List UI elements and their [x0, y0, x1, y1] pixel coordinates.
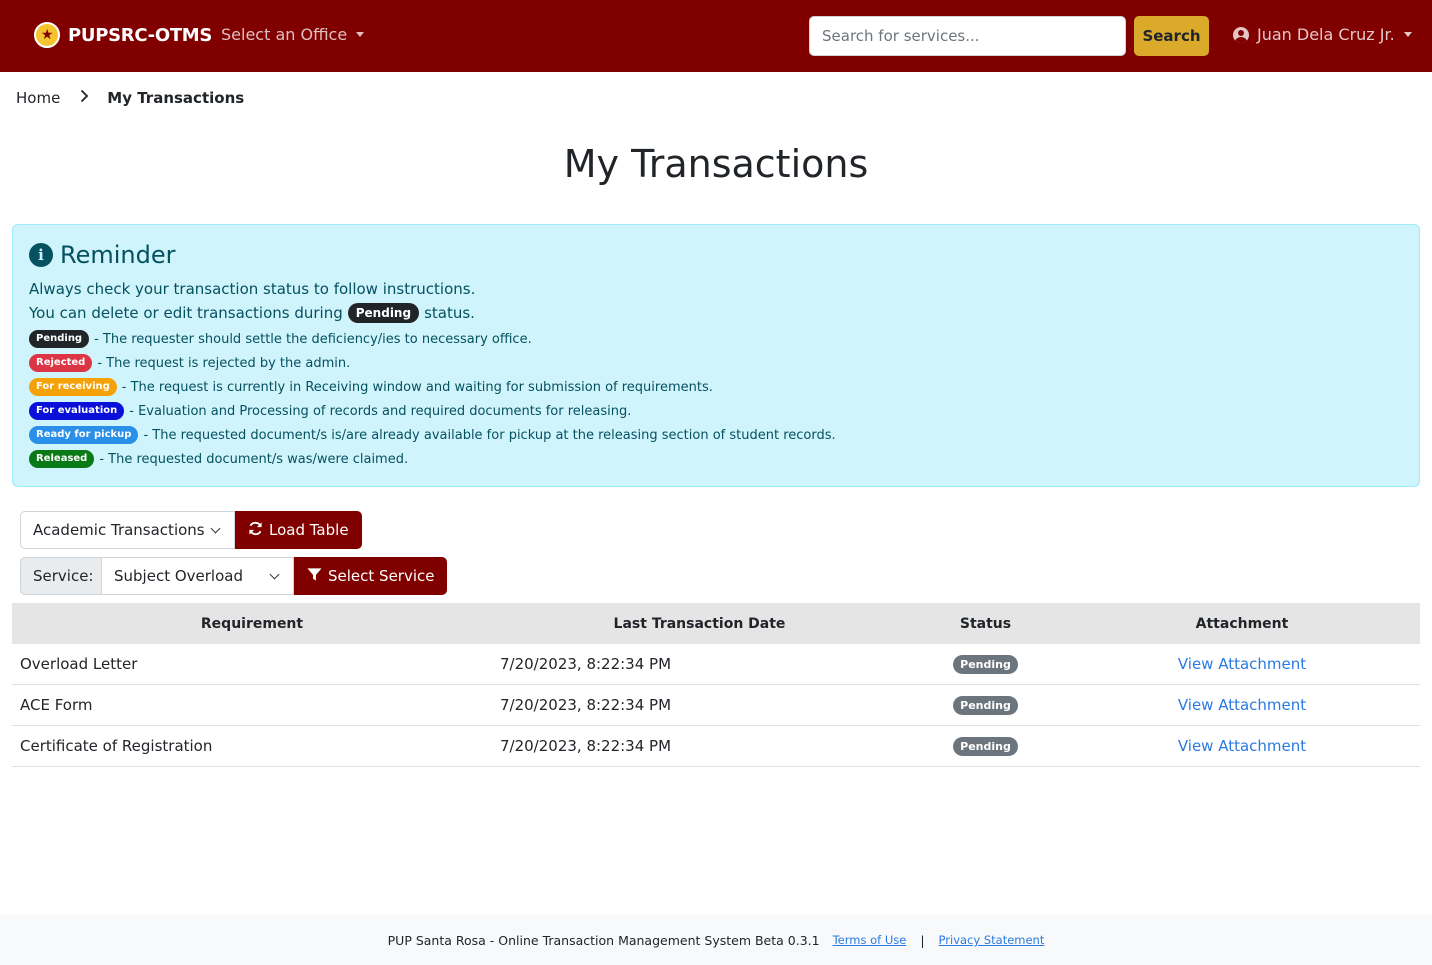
table-row: Certificate of Registration 7/20/2023, 8… — [12, 726, 1420, 767]
privacy-statement-link[interactable]: Privacy Statement — [939, 933, 1045, 947]
requirement-cell: Overload Letter — [20, 655, 138, 673]
filter-icon — [307, 567, 322, 586]
attachment-cell: View Attachment — [1064, 737, 1420, 755]
info-icon: i — [29, 243, 53, 267]
load-table-button[interactable]: Load Table — [235, 511, 362, 549]
page-title: My Transactions — [563, 142, 869, 186]
status-description: - The request is rejected by the admin. — [97, 355, 351, 371]
select-service-button[interactable]: Select Service — [294, 557, 448, 595]
brand-name: PUPSRC-OTMS — [68, 24, 213, 46]
status-description: - The requester should settle the defici… — [94, 331, 532, 347]
requirement-cell: Certificate of Registration — [20, 737, 213, 755]
date-cell: 7/20/2023, 8:22:34 PM — [500, 696, 672, 714]
table-row: ACE Form 7/20/2023, 8:22:34 PM Pending V… — [12, 685, 1420, 726]
view-attachment-link[interactable]: View Attachment — [1178, 737, 1306, 755]
status-legend-evaluation: For evaluation - Evaluation and Processi… — [29, 402, 631, 420]
breadcrumb: Home My Transactions — [16, 89, 244, 107]
transactions-table: Requirement Last Transaction Date Status… — [12, 603, 1420, 767]
terms-of-use-link[interactable]: Terms of Use — [833, 933, 907, 947]
requirement-cell: ACE Form — [20, 696, 93, 714]
service-group: Service: Subject Overload Select Service — [20, 557, 448, 595]
status-legend-pickup: Ready for pickup - The requested documen… — [29, 426, 836, 444]
status-badge: Pending — [953, 696, 1018, 715]
reminder-line-2-text: You can delete or edit transactions duri… — [29, 304, 343, 323]
refresh-icon — [248, 521, 263, 540]
chevron-down-icon — [210, 523, 221, 533]
status-legend-released: Released - The requested document/s was/… — [29, 450, 408, 468]
user-circle-icon — [1233, 26, 1249, 43]
transaction-type-group: Academic Transactions Load Table — [20, 511, 362, 549]
status-badge: For evaluation — [29, 402, 125, 420]
star-logo-icon: ★ — [34, 22, 60, 48]
transaction-type-select[interactable]: Academic Transactions — [20, 511, 235, 549]
footer-text: PUP Santa Rosa - Online Transaction Mana… — [387, 932, 820, 948]
breadcrumb-current: My Transactions — [107, 89, 245, 107]
status-badge: Pending — [953, 655, 1018, 674]
table-header: Requirement Last Transaction Date Status… — [12, 603, 1420, 644]
column-header[interactable]: Attachment — [1064, 616, 1420, 632]
service-label: Service: — [20, 557, 102, 595]
footer-separator: | — [920, 932, 925, 948]
column-header[interactable]: Status — [907, 616, 1064, 632]
status-legend-receiving: For receiving - The request is currently… — [29, 378, 713, 396]
status-badge: Released — [29, 450, 95, 468]
caret-down-icon — [1403, 32, 1412, 37]
reminder-line-2: You can delete or edit transactions duri… — [29, 303, 475, 324]
date-cell: 7/20/2023, 8:22:34 PM — [500, 655, 672, 673]
search-input[interactable] — [809, 16, 1126, 56]
navbar: ★ PUPSRC-OTMS Select an Office Search Ju… — [0, 0, 1432, 72]
user-dropdown[interactable]: Juan Dela Cruz Jr. — [1233, 25, 1412, 44]
reminder-line-1: Always check your transaction status to … — [29, 280, 476, 298]
status-cell: Pending — [907, 736, 1064, 756]
reminder-line-2-suffix: status. — [424, 304, 475, 323]
caret-down-icon — [356, 32, 365, 37]
service-select[interactable]: Subject Overload — [102, 557, 294, 595]
reminder-header: i Reminder — [29, 241, 176, 269]
transaction-type-value: Academic Transactions — [33, 521, 205, 539]
status-badge: Rejected — [29, 354, 93, 372]
status-legend-pending: Pending - The requester should settle th… — [29, 330, 532, 348]
office-dropdown[interactable]: Select an Office — [221, 25, 365, 44]
brand-link[interactable]: ★ PUPSRC-OTMS — [34, 22, 212, 48]
attachment-cell: View Attachment — [1064, 655, 1420, 673]
status-badge: For receiving — [29, 378, 117, 396]
reminder-title: Reminder — [60, 241, 176, 269]
status-cell: Pending — [907, 654, 1064, 674]
status-description: - Evaluation and Processing of records a… — [129, 403, 632, 419]
status-description: - The request is currently in Receiving … — [121, 379, 713, 395]
status-badge: Pending — [29, 330, 90, 348]
reminder-alert: i Reminder Always check your transaction… — [12, 224, 1420, 487]
load-table-label: Load Table — [269, 521, 349, 539]
user-name: Juan Dela Cruz Jr. — [1257, 25, 1395, 44]
chevron-right-icon — [80, 89, 89, 107]
date-cell: 7/20/2023, 8:22:34 PM — [500, 737, 672, 755]
column-header[interactable]: Last Transaction Date — [492, 616, 907, 632]
breadcrumb-home[interactable]: Home — [16, 89, 60, 107]
service-value: Subject Overload — [114, 567, 243, 585]
status-legend-rejected: Rejected - The request is rejected by th… — [29, 354, 350, 372]
status-description: - The requested document/s is/are alread… — [143, 427, 836, 443]
office-dropdown-label: Select an Office — [221, 25, 348, 44]
footer: PUP Santa Rosa - Online Transaction Mana… — [0, 915, 1432, 965]
status-badge: Pending — [953, 737, 1018, 756]
pending-badge: Pending — [347, 303, 420, 324]
select-service-label: Select Service — [328, 567, 435, 585]
status-description: - The requested document/s was/were clai… — [99, 451, 409, 467]
view-attachment-link[interactable]: View Attachment — [1178, 655, 1306, 673]
chevron-down-icon — [269, 569, 280, 579]
view-attachment-link[interactable]: View Attachment — [1178, 696, 1306, 714]
table-row: Overload Letter 7/20/2023, 8:22:34 PM Pe… — [12, 644, 1420, 685]
attachment-cell: View Attachment — [1064, 696, 1420, 714]
status-cell: Pending — [907, 695, 1064, 715]
search-button[interactable]: Search — [1134, 16, 1209, 56]
status-badge: Ready for pickup — [29, 426, 139, 444]
column-header[interactable]: Requirement — [12, 616, 492, 632]
